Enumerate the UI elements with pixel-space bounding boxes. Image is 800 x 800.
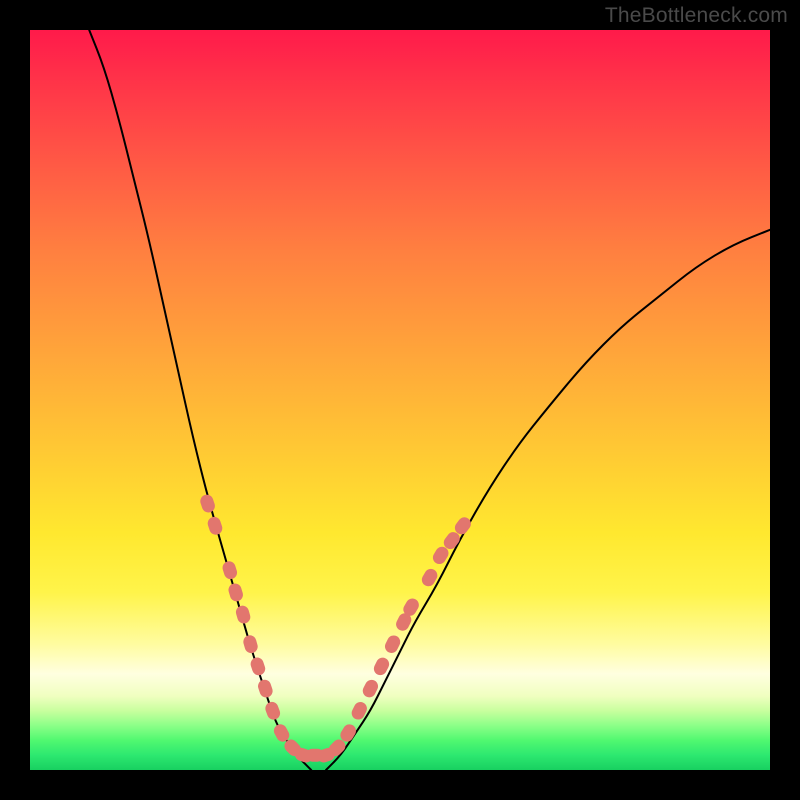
marker-dot (199, 493, 217, 514)
marker-dot (221, 560, 239, 581)
marker-dot (227, 582, 245, 603)
curve-layer (30, 30, 770, 770)
chart-frame: TheBottleneck.com (0, 0, 800, 800)
plot-area (30, 30, 770, 770)
marker-dot (256, 678, 274, 699)
curve-right-branch (326, 230, 770, 770)
marker-dot (249, 656, 267, 677)
watermark-text: TheBottleneck.com (605, 4, 788, 28)
marker-dot (242, 634, 259, 655)
curve-left-branch (89, 30, 311, 770)
marker-dot (206, 515, 224, 536)
marker-dot (234, 604, 251, 625)
marker-dot (264, 700, 282, 721)
